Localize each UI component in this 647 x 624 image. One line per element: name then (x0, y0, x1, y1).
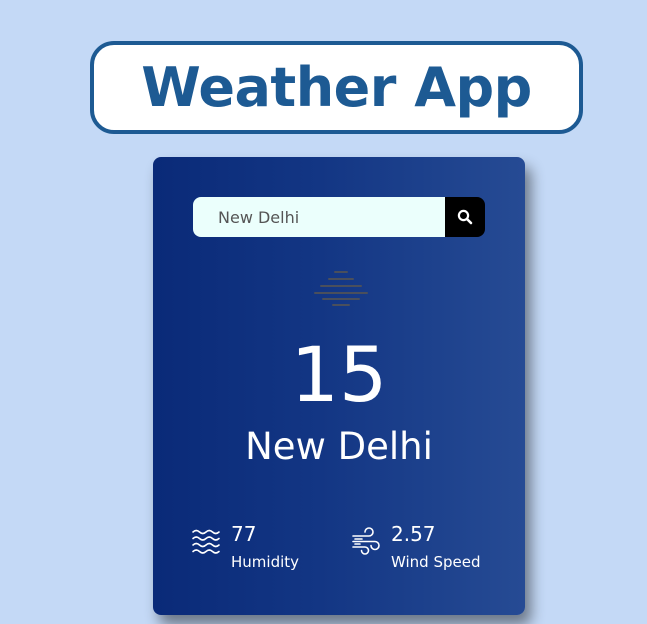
wind-speed-value: 2.57 (391, 522, 436, 546)
city-search-input[interactable] (193, 197, 445, 237)
search-icon (457, 209, 473, 225)
search-button[interactable] (445, 197, 485, 237)
wind-detail: 2.57 Wind Speed (351, 522, 481, 572)
wind-icon (352, 527, 380, 555)
temperature-value: 15 (290, 330, 388, 419)
app-title-box: Weather App (90, 41, 583, 134)
humidity-text: 77 Humidity (231, 522, 299, 572)
weather-card: 15 New Delhi 77 Humidity (153, 157, 525, 615)
humidity-waves-icon (192, 529, 220, 554)
city-name: New Delhi (245, 425, 433, 468)
app-title: Weather App (141, 56, 532, 119)
humidity-label: Humidity (231, 553, 300, 571)
humidity-value: 77 (231, 522, 257, 546)
wind-text: 2.57 Wind Speed (391, 522, 481, 572)
humidity-detail: 77 Humidity (191, 522, 299, 572)
mist-icon (314, 271, 368, 306)
search-bar (193, 197, 485, 237)
wind-speed-label: Wind Speed (391, 553, 481, 571)
